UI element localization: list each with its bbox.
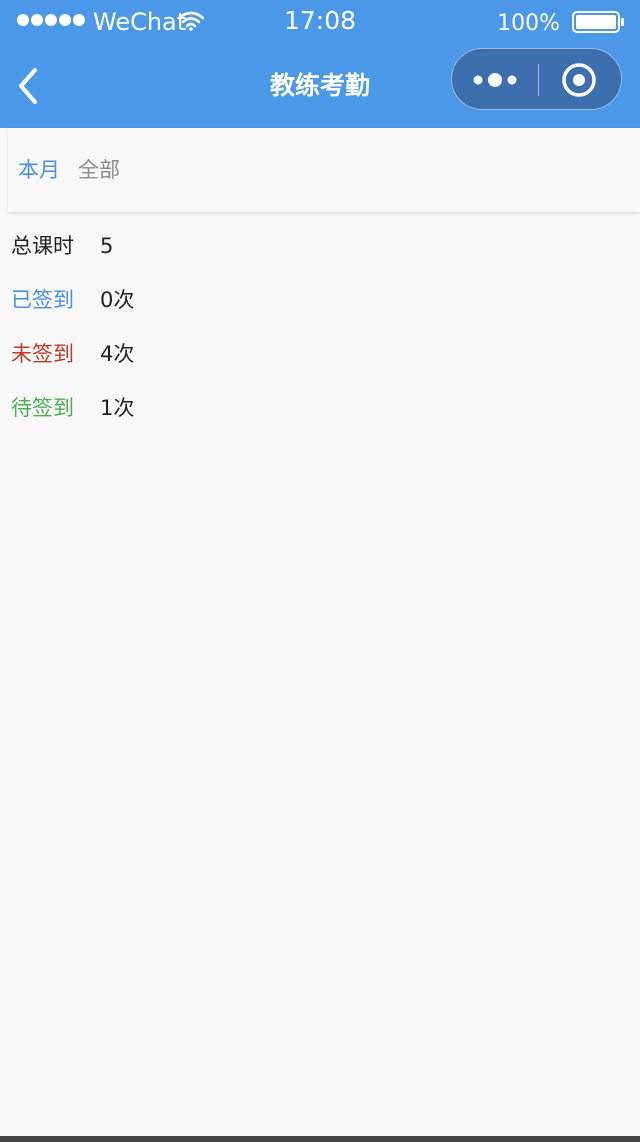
stat-label: 未签到	[11, 342, 74, 366]
navigation-bar: 教练考勤	[0, 44, 640, 128]
stat-value: 4次	[100, 342, 135, 366]
mini-program-capsule	[451, 48, 622, 110]
stat-signed-in: 已签到 0次	[0, 273, 640, 327]
stat-pending-sign-in: 待签到 1次	[0, 381, 640, 435]
bottom-edge	[0, 1136, 640, 1142]
stat-not-signed-in: 未签到 4次	[0, 327, 640, 381]
battery-icon	[572, 11, 624, 33]
more-button[interactable]	[452, 49, 538, 109]
stat-value: 0次	[100, 288, 135, 312]
stat-value: 1次	[100, 396, 135, 420]
stat-label: 待签到	[11, 396, 74, 420]
stat-value: 5	[100, 234, 114, 258]
header: WeChat 17:08 100% 教练考勤	[0, 0, 640, 128]
stat-label: 已签到	[11, 288, 74, 312]
tab-this-month[interactable]: 本月	[18, 128, 60, 212]
more-dots-icon	[473, 73, 517, 87]
close-button[interactable]	[539, 49, 621, 109]
status-bar: WeChat 17:08 100%	[0, 0, 640, 44]
stat-label: 总课时	[11, 234, 74, 258]
battery-percentage: 100%	[497, 11, 560, 36]
target-circle-icon	[562, 63, 596, 97]
tab-all[interactable]: 全部	[78, 128, 120, 212]
filter-tabs: 本月 全部	[8, 128, 640, 213]
stat-total-hours: 总课时 5	[0, 219, 640, 273]
